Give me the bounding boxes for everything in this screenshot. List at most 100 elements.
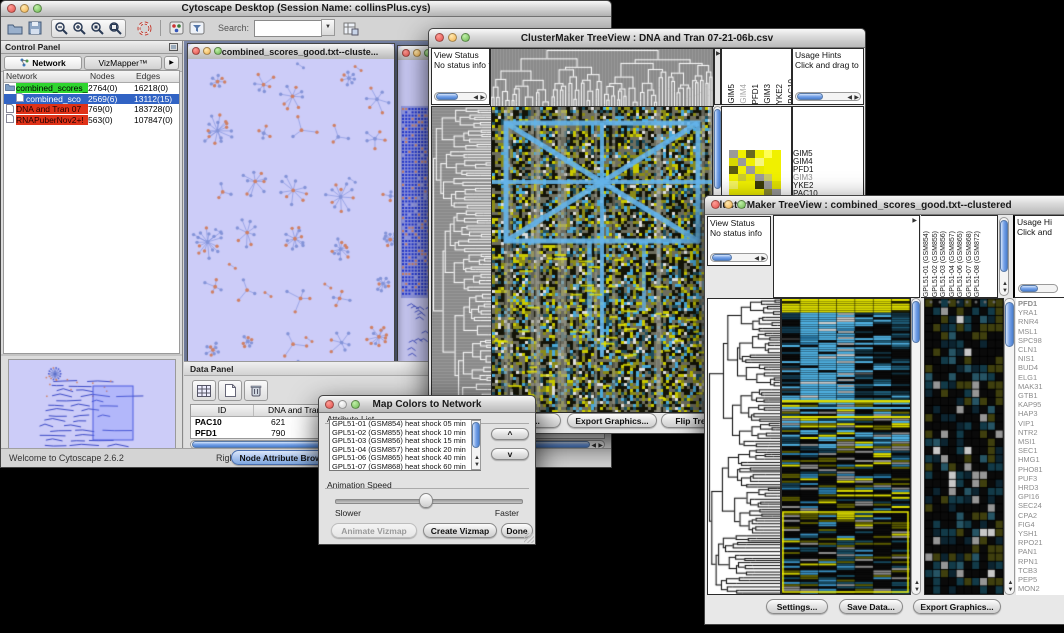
tv2-zoom-heatmap[interactable] <box>924 298 1004 595</box>
gene-label[interactable]: PEP5 <box>1018 575 1064 584</box>
gene-label[interactable]: PHO81 <box>1018 465 1064 474</box>
usage-hints-scrollbar[interactable] <box>1018 284 1058 293</box>
gene-label[interactable]: SEC1 <box>1018 446 1064 455</box>
search-dropdown-icon[interactable]: ▼ <box>321 19 335 36</box>
tv1-export-graphics-button[interactable]: Export Graphics... <box>567 413 657 428</box>
column-label[interactable]: GPL51-01 (GSM854) <box>923 231 930 297</box>
view-status-scrollbar[interactable]: ◀▶ <box>434 92 487 101</box>
float-panel-icon[interactable] <box>169 38 178 56</box>
new-attribute-icon[interactable] <box>218 380 242 401</box>
network-row-selected[interactable]: combined_sco 2569(6) 13112(15) <box>4 94 179 105</box>
tv2-collabel-vscrollbar[interactable]: ▲▼ <box>999 217 1009 296</box>
gene-label[interactable]: GTB1 <box>1018 391 1064 400</box>
gene-label[interactable]: GIM3 <box>793 174 863 182</box>
heatmap-cell[interactable] <box>746 158 755 166</box>
zoom-fit-icon[interactable] <box>108 21 123 36</box>
heatmap-cell[interactable] <box>729 181 738 189</box>
minimize-button[interactable] <box>413 49 421 57</box>
attribute-browser-icon[interactable] <box>343 21 359 36</box>
column-label[interactable]: GPL51-02 (GSM855) <box>932 231 939 297</box>
col-id[interactable]: ID <box>191 405 254 416</box>
heatmap-cell[interactable] <box>755 150 764 158</box>
col-nodes[interactable]: Nodes <box>90 71 136 82</box>
minimize-button[interactable] <box>448 33 457 42</box>
gene-label[interactable]: SPC98 <box>1018 336 1064 345</box>
zoom-button[interactable] <box>351 400 360 409</box>
tv2-row-dendrogram[interactable] <box>707 298 781 595</box>
heatmap-cell[interactable] <box>764 166 773 174</box>
gene-label[interactable]: ELG1 <box>1018 373 1064 382</box>
animation-slider-thumb[interactable] <box>419 493 433 508</box>
gene-label[interactable]: CPA2 <box>1018 511 1064 520</box>
heatmap-cell[interactable] <box>738 166 747 174</box>
heatmap-cell[interactable] <box>746 166 755 174</box>
zoom-button[interactable] <box>33 4 42 13</box>
gene-label[interactable]: TCB3 <box>1018 566 1064 575</box>
column-label[interactable]: YKE2 <box>775 84 784 104</box>
heatmap-cell[interactable] <box>764 150 773 158</box>
gene-label[interactable]: RNR4 <box>1018 317 1064 326</box>
tv2-export-graphics-button[interactable]: Export Graphics... <box>913 599 1001 614</box>
animate-vizmap-button[interactable]: Animate Vizmap <box>331 523 417 538</box>
gene-label[interactable]: CLN1 <box>1018 345 1064 354</box>
gene-label[interactable]: YRA1 <box>1018 308 1064 317</box>
filter-icon[interactable] <box>189 21 205 35</box>
table-mode-icon[interactable] <box>192 380 216 401</box>
panel-splitter[interactable] <box>1 354 182 356</box>
heatmap-cell[interactable] <box>772 166 781 174</box>
column-label[interactable]: GIM4 <box>739 84 748 104</box>
heatmap-cell[interactable] <box>738 174 747 182</box>
gene-label[interactable]: PFD1 <box>1018 299 1064 308</box>
heatmap-cell[interactable] <box>738 158 747 166</box>
heatmap-cell[interactable] <box>729 174 738 182</box>
heatmap-cell[interactable] <box>746 150 755 158</box>
gene-label[interactable]: GPI16 <box>1018 492 1064 501</box>
create-vizmap-button[interactable]: Create Vizmap <box>423 523 497 538</box>
gene-label[interactable]: HMG1 <box>1018 455 1064 464</box>
minimize-button[interactable] <box>20 4 29 13</box>
tv2-genelist-vscrollbar[interactable]: ▲▼ <box>1004 298 1015 595</box>
zoom-out-icon[interactable] <box>54 21 69 36</box>
network-row[interactable]: DNA and Tran 07 769(0) 183728(0) <box>4 104 179 115</box>
tab-vizmapper[interactable]: VizMapper™ <box>84 56 162 70</box>
network-row[interactable]: combined_scores_ 2764(0) 16218(0) <box>4 83 179 94</box>
column-label[interactable]: GPL51-06 (GSM865) <box>957 231 964 297</box>
attribute-item[interactable]: GPL51-07 (GSM868) heat shock 60 min <box>332 463 480 471</box>
heatmap-cell[interactable] <box>746 181 755 189</box>
network-row[interactable]: RNAPuberNov2+! 563(0) 107847(0) <box>4 115 179 126</box>
column-label[interactable]: GPL51-07 (GSM868) <box>966 231 973 297</box>
close-button[interactable] <box>7 4 16 13</box>
gene-label[interactable]: MON2 <box>1018 584 1064 593</box>
zoom-button[interactable] <box>461 33 470 42</box>
search-input[interactable] <box>254 20 322 37</box>
heatmap-cell[interactable] <box>764 158 773 166</box>
tv1-zoom-heatmap[interactable] <box>729 150 781 197</box>
tv2-heatmap-vscrollbar[interactable]: ▲▼ <box>911 298 921 595</box>
column-label[interactable]: GPL51-03 (GSM856) <box>940 231 947 297</box>
heatmap-cell[interactable] <box>738 150 747 158</box>
gene-label[interactable]: MSL1 <box>1018 327 1064 336</box>
minimize-button[interactable] <box>724 200 733 209</box>
move-down-button[interactable]: v <box>491 448 529 460</box>
gene-label[interactable]: PAN1 <box>1018 547 1064 556</box>
close-button[interactable] <box>192 47 200 55</box>
gene-label[interactable]: NIS1 <box>1018 354 1064 363</box>
network-canvas-1[interactable] <box>188 59 394 367</box>
tv1-scroll-strip[interactable]: ▶ <box>714 48 721 105</box>
tab-overflow-button[interactable]: ▶ <box>164 56 179 70</box>
minimize-button[interactable] <box>203 47 211 55</box>
gene-label[interactable]: HAP3 <box>1018 409 1064 418</box>
heatmap-cell[interactable] <box>729 166 738 174</box>
gene-label[interactable]: HRD3 <box>1018 483 1064 492</box>
column-label[interactable]: GPL51-04 (GSM857) <box>949 231 956 297</box>
gene-label[interactable]: VIP1 <box>1018 419 1064 428</box>
column-label[interactable]: GIM3 <box>763 84 772 104</box>
gene-label[interactable]: PFD1 <box>793 166 863 174</box>
col-network[interactable]: Network <box>4 71 90 82</box>
gene-label[interactable]: BUD4 <box>1018 363 1064 372</box>
zoom-button[interactable] <box>737 200 746 209</box>
gene-label[interactable]: YSH1 <box>1018 529 1064 538</box>
zoom-in-icon[interactable] <box>72 21 87 36</box>
gene-label[interactable]: PUF3 <box>1018 474 1064 483</box>
gene-label[interactable]: KAP95 <box>1018 400 1064 409</box>
